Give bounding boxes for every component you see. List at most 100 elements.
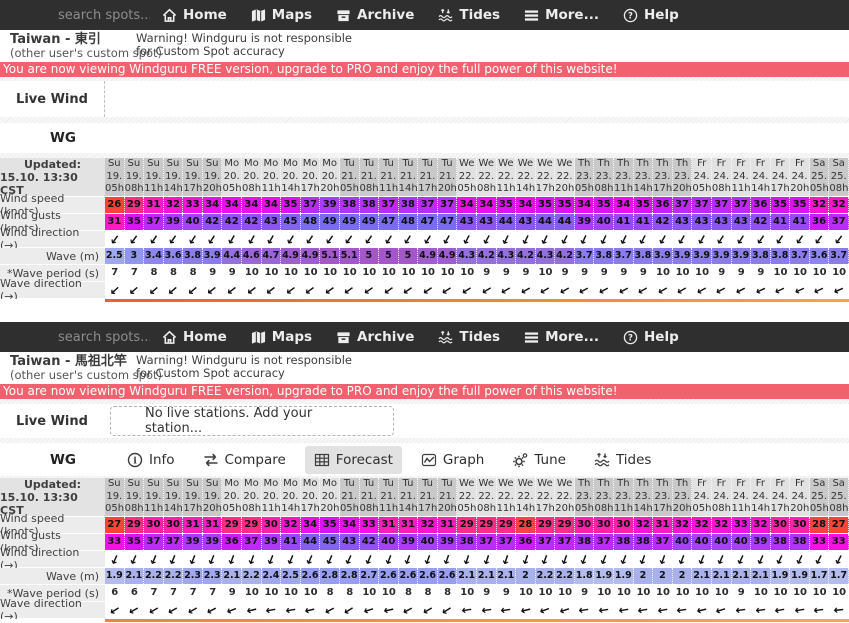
col-hour: 20h (320, 503, 339, 516)
wg-logo-icon[interactable] (14, 450, 44, 469)
wave-dir-deg-cell: ↑ (399, 602, 419, 618)
windguru-logo-icon[interactable] (6, 324, 48, 350)
nav-item-archive[interactable]: Archive (336, 7, 414, 23)
forecast-row-wave: Wave (m)1.92.12.22.22.32.32.12.22.42.52.… (0, 568, 849, 585)
col-hour: 05h (222, 183, 241, 196)
wind-gusts-cell: 39 (575, 214, 595, 230)
nav-item-tides[interactable]: Tides (438, 7, 500, 23)
search-input[interactable] (56, 329, 152, 346)
wind-gusts-cell: 44 (555, 214, 575, 230)
wind-dir-deg-cell: ↑ (320, 231, 340, 247)
col-day: We (477, 158, 496, 171)
direction-arrow-icon: ↑ (810, 282, 829, 298)
favorite-star-icon[interactable] (380, 37, 396, 53)
wind-dir-deg-cell: ↑ (399, 551, 419, 567)
nav-item-maps[interactable]: Maps (251, 7, 312, 23)
wave-period-cell: 10 (751, 585, 771, 601)
wind-speed-cell: 29 (457, 517, 477, 533)
wave-period-cell: 9 (222, 585, 242, 601)
col-date: 23. (614, 171, 633, 184)
wave-period-cell: 10 (438, 265, 458, 281)
direction-arrow-icon: ↑ (557, 551, 572, 567)
wind-dir-deg-cell: ↑ (692, 551, 712, 567)
column-header: Th23.17h (653, 158, 673, 196)
wind-speed-cell: 34 (575, 197, 595, 213)
nav-item-more[interactable]: More... (524, 7, 599, 23)
wind-gusts-cell: 38 (634, 534, 654, 550)
wave-period-cell: 8 (144, 265, 164, 281)
col-hour: 14h (399, 183, 418, 196)
wave-dir-deg-cell: ↑ (732, 282, 752, 298)
col-day: Su (125, 478, 144, 491)
wind-gusts-cell: 38 (790, 534, 810, 550)
tab-tides[interactable]: Tides (585, 446, 661, 474)
wg-logo-icon[interactable] (14, 129, 44, 148)
col-hour: 08h (594, 183, 613, 196)
wave-period-cell: 10 (692, 585, 712, 601)
nav-item-home[interactable]: Home (162, 7, 227, 23)
wind-gusts-cell: 49 (340, 214, 360, 230)
col-date: 20. (242, 171, 261, 184)
wave-cell: 1.9 (790, 568, 810, 584)
wind-dir-deg-cell: ↑ (555, 551, 575, 567)
forecast-row-wave-dir-deg: Wave direction (→)↑↑↑↑↑↑↑↑↑↑↑↑↑↑↑↑↑↑↑↑↑↑… (0, 282, 849, 299)
wave-cell: 3 (125, 248, 145, 264)
tab-graph[interactable]: Graph (412, 446, 493, 474)
nav-item-more[interactable]: More... (524, 329, 599, 345)
nav-item-help[interactable]: ?Help (623, 7, 679, 23)
wave-period-cell: 10 (516, 585, 536, 601)
col-date: 20. (222, 171, 241, 184)
wind-gusts-cell: 36 (810, 214, 830, 230)
tab-compare[interactable]: Compare (194, 446, 295, 474)
add-station-box[interactable]: No live stations. Add your station... (110, 406, 394, 436)
direction-arrow-icon: ↑ (479, 551, 494, 567)
nav-item-home[interactable]: Home (162, 329, 227, 345)
favorite-star-icon[interactable] (380, 359, 396, 375)
column-header: Th23.11h (614, 478, 634, 516)
wave-dir-deg-cell: ↑ (536, 602, 556, 618)
wave-period-cell: 10 (379, 585, 399, 601)
col-date: 22. (497, 171, 516, 184)
wind-dir-deg-cell: ↑ (497, 551, 517, 567)
col-hour: 11h (497, 503, 516, 516)
wave-period-cell: 8 (438, 585, 458, 601)
nav-item-archive[interactable]: Archive (336, 329, 414, 345)
wind-speed-cell: 36 (653, 197, 673, 213)
col-day: Fr (732, 158, 751, 171)
wave-period-cell: 10 (673, 265, 693, 281)
direction-arrow-icon: ↑ (165, 231, 183, 247)
wind-speed-cell: 35 (594, 197, 614, 213)
wind-speed-cell: 34 (457, 197, 477, 213)
wave-cell: 2.4 (262, 568, 282, 584)
nav-item-help[interactable]: ?Help (623, 329, 679, 345)
wave-period-cell: 10 (379, 265, 399, 281)
windguru-logo-icon[interactable] (6, 2, 48, 28)
search-input[interactable] (56, 7, 152, 24)
free-version-banner[interactable]: You are now viewing Windguru FREE versio… (0, 62, 849, 77)
wave-dir-deg-cell: ↑ (810, 602, 830, 618)
wave-cell: 2 (673, 568, 693, 584)
col-date: 20. (242, 491, 261, 504)
tab-info[interactable]: iInfo (118, 446, 184, 474)
spot-note: (other user's custom spot) (10, 369, 126, 382)
wind-dir-deg-cell: ↑ (125, 551, 145, 567)
tab-tune[interactable]: Tune (503, 446, 575, 474)
col-day: Fr (790, 158, 809, 171)
wave-period-cell: 10 (281, 265, 301, 281)
wave-dir-deg-cell: ↑ (771, 602, 791, 618)
direction-arrow-icon: ↑ (733, 551, 749, 567)
col-date: 23. (575, 171, 594, 184)
col-hour: 20h (320, 183, 339, 196)
nav-item-maps[interactable]: Maps (251, 329, 312, 345)
free-version-banner[interactable]: You are now viewing Windguru FREE versio… (0, 384, 849, 399)
col-date: 23. (653, 171, 672, 184)
wind-speed-cell: 34 (477, 197, 497, 213)
home-icon (162, 8, 177, 23)
tab-forecast[interactable]: Forecast (305, 446, 402, 474)
direction-arrow-icon: ↑ (771, 282, 790, 298)
nav-item-tides[interactable]: Tides (438, 329, 500, 345)
column-header: Tu21.08h (360, 478, 380, 516)
col-day: Mo (262, 158, 281, 171)
wind-dir-deg-cell: ↑ (164, 551, 184, 567)
wind-gusts-cell: 37 (242, 534, 262, 550)
